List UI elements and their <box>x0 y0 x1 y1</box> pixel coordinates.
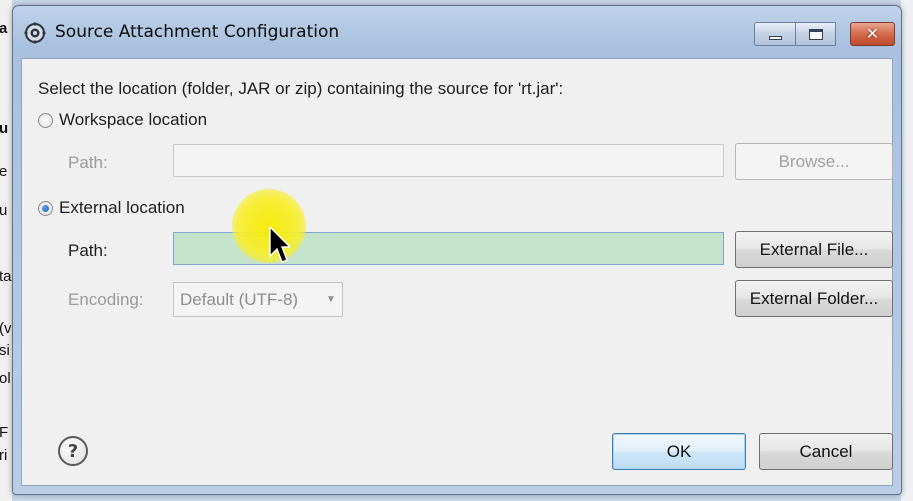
close-button[interactable]: ✕ <box>850 22 895 46</box>
background-window-edge-right <box>901 0 913 501</box>
external-path-input[interactable] <box>173 232 724 265</box>
minimize-button[interactable] <box>754 22 796 46</box>
help-icon[interactable]: ? <box>58 436 88 466</box>
browse-button[interactable]: Browse... <box>735 143 893 180</box>
maximize-icon <box>808 28 823 40</box>
bg-fragment: si <box>0 342 10 359</box>
bg-fragment: u <box>0 202 8 219</box>
external-location-label: External location <box>59 198 185 217</box>
encoding-value: Default (UTF-8) <box>180 289 299 309</box>
workspace-location-radio[interactable]: Workspace location <box>38 110 207 130</box>
title-bar[interactable]: Source Attachment Configuration ✕ <box>13 6 901 58</box>
ok-button[interactable]: OK <box>612 433 746 470</box>
bg-fragment: ta <box>0 268 12 285</box>
bg-fragment: F <box>0 424 9 441</box>
bg-fragment: u <box>0 120 9 137</box>
gear-icon <box>24 22 46 44</box>
cancel-button[interactable]: Cancel <box>759 433 893 470</box>
external-path-text[interactable] <box>174 233 723 264</box>
encoding-select[interactable]: Default (UTF-8) ▼ <box>173 282 343 317</box>
workspace-path-input[interactable] <box>173 144 724 177</box>
bg-fragment: ri <box>0 447 8 464</box>
maximize-button[interactable] <box>796 22 836 46</box>
workspace-path-label: Path: <box>68 153 108 172</box>
minimize-icon <box>768 36 782 40</box>
bg-fragment: (v <box>0 320 12 337</box>
background-window-edge: a u e u ta (v si ol F ri <box>0 0 12 501</box>
location-prompt: Select the location (folder, JAR or zip)… <box>38 79 564 98</box>
bg-fragment: a <box>0 20 8 37</box>
dialog-body: Select the location (folder, JAR or zip)… <box>21 58 893 486</box>
chevron-down-icon: ▼ <box>326 294 336 305</box>
workspace-location-label: Workspace location <box>59 110 208 129</box>
workspace-path-text[interactable] <box>174 145 723 176</box>
dialog-title: Source Attachment Configuration <box>55 22 340 42</box>
external-folder-button[interactable]: External Folder... <box>735 280 893 317</box>
external-location-radio[interactable]: External location <box>38 198 185 218</box>
external-file-button[interactable]: External File... <box>735 231 893 268</box>
encoding-label: Encoding: <box>68 290 144 309</box>
bg-fragment: e <box>0 163 8 180</box>
source-attachment-dialog: Source Attachment Configuration ✕ Select… <box>12 5 902 495</box>
external-path-label: Path: <box>68 241 108 260</box>
bg-fragment: ol <box>0 370 11 387</box>
close-icon: ✕ <box>865 24 880 43</box>
radio-indicator <box>38 112 53 128</box>
radio-indicator-selected <box>38 200 53 216</box>
